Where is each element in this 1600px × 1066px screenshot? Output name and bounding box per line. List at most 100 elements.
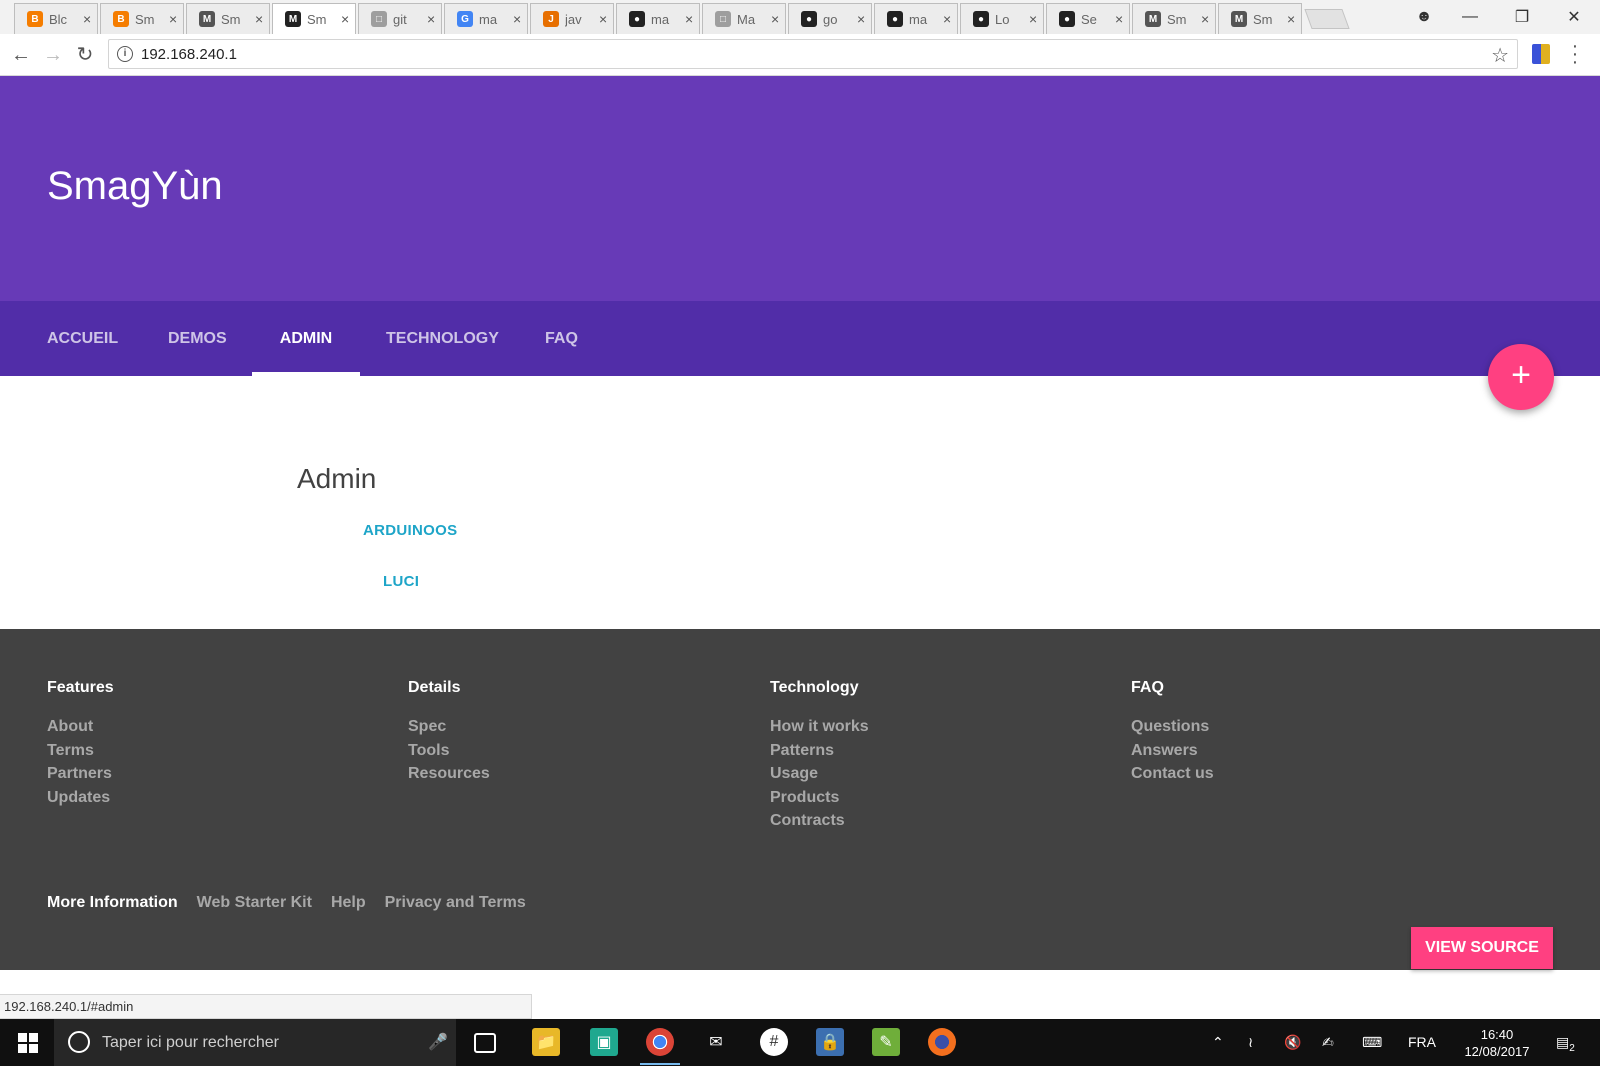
browser-tab[interactable]: M Sm × <box>1132 3 1216 34</box>
site-info-icon[interactable]: i <box>117 46 133 62</box>
app-lock-icon[interactable]: 🔒 <box>816 1028 844 1056</box>
url-text[interactable]: 192.168.240.1 <box>141 46 237 63</box>
footer-link[interactable]: Terms <box>47 739 114 763</box>
tab-close-icon[interactable]: × <box>599 11 607 27</box>
taskbar-search-box[interactable]: Taper ici pour rechercher 🎤 <box>54 1019 456 1066</box>
browser-tab[interactable]: B Blc × <box>14 3 98 34</box>
browser-tab[interactable]: B Sm × <box>100 3 184 34</box>
footer-link-web-starter-kit[interactable]: Web Starter Kit <box>197 894 312 912</box>
volume-muted-icon[interactable]: 🔇 <box>1284 1019 1301 1066</box>
browser-tab-strip: B Blc × B Sm × M Sm × M Sm × □ git × Gma × Jjav × ● ma × □ Ma × ●… <box>0 0 1600 34</box>
browser-tab[interactable]: Gma × <box>444 3 528 34</box>
cortana-icon[interactable] <box>68 1031 90 1053</box>
footer-link[interactable]: Products <box>770 786 869 810</box>
forward-icon[interactable]: → <box>41 43 65 67</box>
footer-column-heading: Features <box>47 679 114 696</box>
taskbar-clock[interactable]: 16:40 12/08/2017 <box>1456 1026 1538 1060</box>
tab-close-icon[interactable]: × <box>83 11 91 27</box>
windows-start-icon[interactable] <box>18 1033 38 1053</box>
slack-icon[interactable]: # <box>760 1028 788 1056</box>
microphone-icon[interactable]: 🎤 <box>428 1032 448 1052</box>
show-hidden-icons[interactable]: ⌃ <box>1212 1019 1224 1066</box>
tab-close-icon[interactable]: × <box>169 11 177 27</box>
browser-tab[interactable]: M Sm × <box>272 3 356 34</box>
luci-link[interactable]: LUCI <box>383 573 419 590</box>
nav-tab-admin[interactable]: ADMIN <box>252 301 360 376</box>
profile-icon[interactable]: ☻ <box>1404 8 1444 26</box>
footer-link[interactable]: Contracts <box>770 809 869 833</box>
mail-icon[interactable]: ✉ <box>702 1028 730 1056</box>
close-window-button[interactable]: ✕ <box>1548 7 1600 27</box>
add-fab-button[interactable]: + <box>1488 344 1554 410</box>
notifications-icon[interactable]: ▤2 <box>1556 1019 1575 1066</box>
browser-tab[interactable]: ● go × <box>788 3 872 34</box>
footer-link[interactable]: About <box>47 715 114 739</box>
footer-link[interactable]: Usage <box>770 762 869 786</box>
nav-tab-accueil[interactable]: ACCUEIL <box>47 301 118 376</box>
tab-close-icon[interactable]: × <box>255 11 263 27</box>
reload-icon[interactable]: ↻ <box>73 43 97 67</box>
tab-close-icon[interactable]: × <box>513 11 521 27</box>
footer-link[interactable]: Answers <box>1131 739 1214 763</box>
app-green-icon[interactable]: ✎ <box>872 1028 900 1056</box>
browser-tab[interactable]: M Sm × <box>1218 3 1302 34</box>
tab-close-icon[interactable]: × <box>771 11 779 27</box>
tab-close-icon[interactable]: × <box>341 11 349 27</box>
tab-close-icon[interactable]: × <box>427 11 435 27</box>
browser-tab[interactable]: Jjav × <box>530 3 614 34</box>
tab-close-icon[interactable]: × <box>1029 11 1037 27</box>
app-teal-icon[interactable]: ▣ <box>590 1028 618 1056</box>
footer-link[interactable]: Tools <box>408 739 490 763</box>
chrome-icon[interactable] <box>640 1028 680 1065</box>
search-placeholder[interactable]: Taper ici pour rechercher <box>102 1034 279 1052</box>
nav-tab-technology[interactable]: TECHNOLOGY <box>386 301 499 376</box>
pen-icon[interactable]: ✍ <box>1322 1019 1334 1066</box>
footer-link[interactable]: Resources <box>408 762 490 786</box>
new-tab-button[interactable] <box>1304 9 1350 29</box>
tab-close-icon[interactable]: × <box>685 11 693 27</box>
restore-button[interactable]: ❐ <box>1496 7 1548 27</box>
browser-tab[interactable]: ● Se × <box>1046 3 1130 34</box>
footer-link[interactable]: Questions <box>1131 715 1214 739</box>
language-indicator[interactable]: FRA <box>1408 1019 1436 1066</box>
network-icon[interactable]: ≀ <box>1248 1019 1253 1066</box>
extension-icon[interactable] <box>1532 44 1550 64</box>
footer-link[interactable]: Contact us <box>1131 762 1214 786</box>
tab-close-icon[interactable]: × <box>857 11 865 27</box>
tab-favicon-icon: J <box>543 11 559 27</box>
footer-link[interactable]: Updates <box>47 786 114 810</box>
tab-close-icon[interactable]: × <box>943 11 951 27</box>
address-bar[interactable]: i 192.168.240.1 ☆ <box>108 39 1518 69</box>
footer-link[interactable]: Partners <box>47 762 114 786</box>
firefox-icon[interactable] <box>928 1028 956 1056</box>
view-source-button[interactable]: VIEW SOURCE <box>1411 927 1553 969</box>
footer-link[interactable]: Spec <box>408 715 490 739</box>
back-icon[interactable]: ← <box>9 43 33 67</box>
tab-close-icon[interactable]: × <box>1287 11 1295 27</box>
browser-tab[interactable]: □ git × <box>358 3 442 34</box>
keyboard-icon[interactable]: ⌨ <box>1362 1019 1382 1066</box>
bookmark-star-icon[interactable]: ☆ <box>1491 43 1509 68</box>
more-info-label: More Information <box>47 894 178 911</box>
footer-link-privacy[interactable]: Privacy and Terms <box>385 894 526 912</box>
tab-favicon-icon: □ <box>715 11 731 27</box>
browser-tab[interactable]: ● ma × <box>874 3 958 34</box>
footer-link-help[interactable]: Help <box>331 894 366 912</box>
minimize-button[interactable]: — <box>1444 8 1496 26</box>
tab-close-icon[interactable]: × <box>1115 11 1123 27</box>
file-explorer-icon[interactable]: 📁 <box>532 1028 560 1056</box>
browser-menu-icon[interactable]: · · · <box>1570 36 1580 72</box>
footer-link[interactable]: How it works <box>770 715 869 739</box>
footer-column: Technology How it works Patterns Usage Produ… <box>770 679 869 833</box>
browser-tab[interactable]: ● ma × <box>616 3 700 34</box>
browser-tab[interactable]: ● Lo × <box>960 3 1044 34</box>
footer-link[interactable]: Patterns <box>770 739 869 763</box>
browser-tab[interactable]: □ Ma × <box>702 3 786 34</box>
tab-close-icon[interactable]: × <box>1201 11 1209 27</box>
arduinoos-link[interactable]: ARDUINOOS <box>363 522 457 539</box>
nav-tab-demos[interactable]: DEMOS <box>168 301 227 376</box>
browser-toolbar: ← → ↻ i 192.168.240.1 ☆ <box>0 34 1600 76</box>
browser-tab[interactable]: M Sm × <box>186 3 270 34</box>
task-view-icon[interactable] <box>474 1033 496 1053</box>
nav-tab-faq[interactable]: FAQ <box>545 301 578 376</box>
